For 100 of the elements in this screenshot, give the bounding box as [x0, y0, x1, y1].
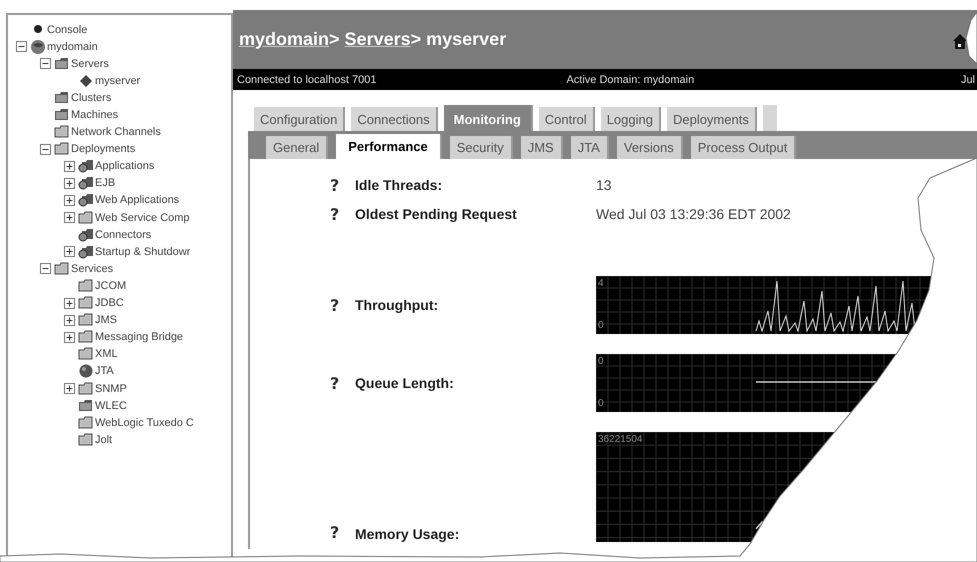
- home-icon[interactable]: [953, 33, 967, 49]
- connection-status: Connected to localhost 7001: [237, 74, 376, 86]
- folder-icon: [54, 124, 70, 140]
- collapse-icon[interactable]: [40, 144, 51, 155]
- tab[interactable]: Connections: [351, 107, 438, 131]
- folder-icon: [78, 226, 94, 243]
- tab[interactable]: Logging: [600, 107, 661, 131]
- tree-item[interactable]: Jolt: [95, 434, 112, 446]
- expand-icon[interactable]: [64, 246, 75, 258]
- subtab[interactable]: Performance: [336, 134, 442, 159]
- folder-icon: [78, 175, 94, 192]
- subtab[interactable]: JMS: [520, 136, 563, 159]
- folder-icon: [78, 329, 94, 346]
- metric-label: Memory Usage:: [355, 526, 460, 542]
- tree-item[interactable]: SNMP: [95, 382, 127, 395]
- subtab[interactable]: Security: [450, 136, 513, 159]
- tab[interactable]: Configuration: [254, 107, 346, 131]
- tree-item[interactable]: Applications: [95, 160, 154, 172]
- axis-label: 4: [598, 279, 604, 289]
- separator: >: [410, 29, 422, 49]
- metric-label: Queue Length:: [355, 375, 455, 391]
- tab[interactable]: Monitoring: [444, 105, 533, 131]
- expand-icon[interactable]: [64, 212, 75, 224]
- axis-label: 0: [598, 321, 604, 331]
- tree-item[interactable]: Servers: [71, 58, 109, 70]
- help-icon[interactable]: ?: [330, 523, 344, 542]
- metric-label: Throughput:: [355, 297, 440, 313]
- tree-item[interactable]: Clusters: [71, 92, 112, 104]
- folder-icon: [78, 432, 94, 448]
- tree-item[interactable]: Web Service Comp: [95, 212, 190, 224]
- tree-item[interactable]: Console: [47, 24, 88, 36]
- tree-item[interactable]: JDBC: [95, 297, 124, 310]
- separator: >: [329, 29, 341, 49]
- tree-item[interactable]: EJB: [95, 177, 116, 190]
- folder-icon: [54, 141, 70, 158]
- folder-icon: [78, 192, 94, 208]
- tree-item[interactable]: Startup & Shutdowr: [95, 246, 190, 258]
- tree-item[interactable]: myserver: [95, 74, 140, 87]
- ball-icon: [78, 363, 94, 380]
- folder-icon: [78, 295, 94, 312]
- expand-icon[interactable]: [64, 383, 75, 394]
- folder-icon: [54, 90, 70, 106]
- folder-icon: [78, 346, 94, 362]
- expand-icon[interactable]: [64, 332, 75, 343]
- folder-icon: [78, 312, 94, 328]
- tree-item[interactable]: Web Applications: [95, 194, 180, 206]
- page-title: myserver: [426, 29, 506, 49]
- expand-icon[interactable]: [64, 194, 75, 206]
- subtab[interactable]: Versions: [616, 136, 683, 159]
- expand-icon[interactable]: [64, 314, 75, 326]
- tree-item[interactable]: Services: [71, 262, 114, 275]
- collapse-icon[interactable]: [40, 263, 51, 274]
- tree-item[interactable]: WebLogic Tuxedo C: [95, 416, 194, 429]
- axis-label: 36221504: [598, 435, 642, 445]
- globe-icon: [30, 38, 46, 55]
- metric-label: Idle Threads:: [355, 177, 444, 193]
- help-icon[interactable]: ?: [330, 296, 344, 314]
- metric-value: 13: [596, 177, 613, 193]
- tree-item[interactable]: Network Channels: [71, 126, 161, 138]
- metric-value: Wed Jul 03 13:29:36 EDT 2002: [596, 206, 792, 222]
- folder-icon: [78, 398, 94, 414]
- axis-label: 0: [598, 357, 604, 367]
- folder-icon: [54, 260, 70, 277]
- diamond-icon: [78, 72, 94, 89]
- date-text: Jul: [960, 74, 976, 86]
- expand-icon[interactable]: [64, 178, 75, 189]
- folder-icon: [78, 414, 94, 431]
- axis-label: 0: [598, 399, 604, 409]
- folder-icon: [78, 244, 94, 260]
- tree-item[interactable]: Connectors: [95, 228, 152, 241]
- folder-icon: [78, 210, 94, 226]
- tree-item[interactable]: Messaging Bridge: [95, 331, 184, 344]
- help-icon[interactable]: ?: [330, 176, 344, 194]
- breadcrumb-link[interactable]: Servers: [344, 29, 411, 49]
- help-icon[interactable]: ?: [330, 374, 344, 392]
- tree-item[interactable]: JCOM: [95, 280, 126, 292]
- tab[interactable]: Control: [538, 107, 595, 131]
- expand-icon[interactable]: [64, 160, 75, 172]
- expand-icon[interactable]: [64, 298, 75, 309]
- tree-item[interactable]: Machines: [71, 109, 118, 122]
- active-domain: Active Domain: mydomain: [566, 74, 694, 86]
- folder-icon: [54, 56, 70, 72]
- help-icon[interactable]: ?: [330, 204, 344, 224]
- tree-item[interactable]: Deployments: [71, 143, 136, 156]
- collapse-icon[interactable]: [16, 41, 27, 52]
- subtab[interactable]: JTA: [570, 136, 609, 159]
- folder-icon: [78, 278, 94, 294]
- tree-item[interactable]: WLEC: [95, 400, 127, 412]
- collapse-icon[interactable]: [40, 58, 51, 70]
- metric-label: Oldest Pending Request: [355, 206, 518, 222]
- tree-item[interactable]: mydomain: [47, 40, 98, 53]
- tree-item[interactable]: JTA: [95, 365, 114, 378]
- tree-item[interactable]: JMS: [95, 314, 117, 326]
- subtab[interactable]: General: [266, 136, 328, 159]
- subtab[interactable]: Process Output: [690, 136, 796, 159]
- folder-icon: [78, 380, 94, 397]
- folder-icon: [78, 158, 94, 174]
- breadcrumb-link[interactable]: mydomain: [239, 29, 330, 49]
- tab[interactable]: Deployments: [666, 107, 757, 131]
- tree-item[interactable]: XML: [95, 348, 118, 360]
